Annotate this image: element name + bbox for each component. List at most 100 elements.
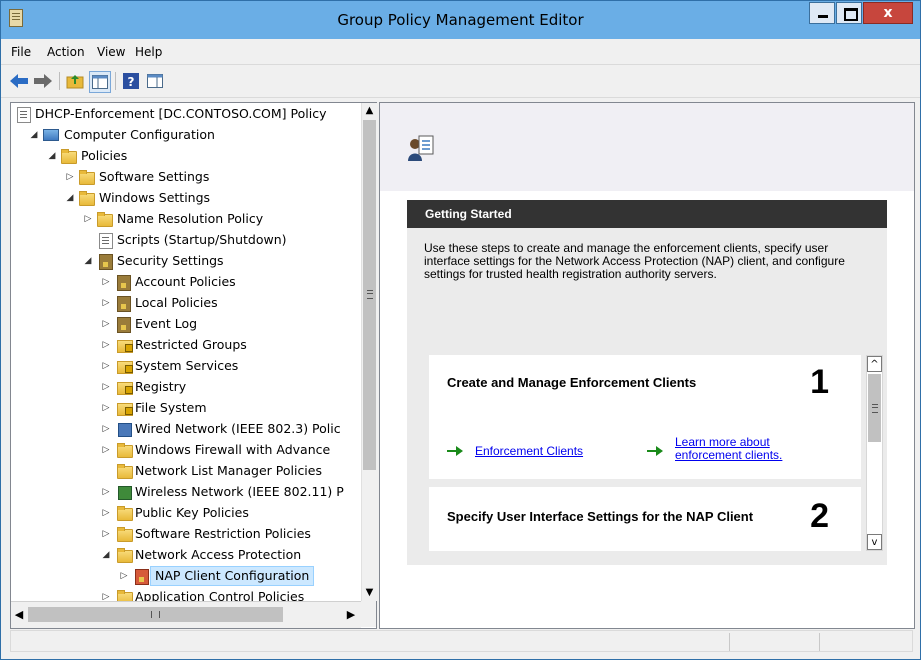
tree-node-label: Wireless Network (IEEE 802.11) P [135, 484, 344, 499]
tree-node-label: Local Policies [135, 295, 218, 310]
help-button[interactable]: ? [121, 71, 141, 91]
steps-vertical-scrollbar[interactable]: ^ v [866, 355, 883, 551]
tree-horizontal-scrollbar[interactable]: ◀ ▶ [11, 601, 361, 628]
up-folder-icon [66, 75, 84, 89]
secured-folder-icon [117, 382, 133, 395]
folder-icon [97, 212, 113, 227]
expand-icon[interactable]: ▷ [101, 356, 111, 376]
tree-node-label: Scripts (Startup/Shutdown) [117, 232, 287, 247]
action-pane-icon [147, 74, 163, 88]
collapse-icon[interactable]: ◢ [101, 545, 111, 565]
tree-node-label: Registry [135, 379, 187, 394]
expand-icon[interactable]: ▷ [101, 440, 111, 460]
secured-folder-icon [117, 403, 133, 416]
policy-settings-icon [117, 296, 131, 312]
getting-started-description: Use these steps to create and manage the… [424, 241, 845, 281]
status-bar [10, 630, 913, 652]
close-button[interactable]: x [863, 2, 913, 24]
policy-settings-icon [117, 275, 131, 291]
menu-view[interactable]: View [97, 45, 125, 59]
collapse-icon[interactable]: ◢ [47, 146, 57, 166]
script-icon [99, 233, 113, 249]
step-number: 2 [810, 497, 829, 535]
computer-icon [43, 129, 59, 141]
green-arrow-icon [447, 446, 463, 456]
forward-arrow-icon [34, 74, 52, 88]
tree-node-label: Software Settings [99, 169, 210, 184]
tree-node-label: NAP Client Configuration [150, 566, 315, 586]
scroll-up-icon[interactable]: ▲ [362, 103, 377, 119]
back-button[interactable] [9, 71, 29, 91]
menu-file[interactable]: File [11, 45, 31, 59]
back-arrow-icon [10, 74, 28, 88]
expand-icon[interactable]: ▷ [83, 209, 93, 229]
svg-text:?: ? [128, 75, 135, 89]
tree-node-label: Software Restriction Policies [135, 526, 311, 541]
expand-icon[interactable]: ▷ [101, 587, 111, 601]
tree-node-label: Windows Firewall with Advance [135, 442, 331, 457]
scroll-up-icon[interactable]: ^ [867, 356, 882, 372]
tree-node-label: DHCP-Enforcement [DC.CONTOSO.COM] Policy [35, 106, 327, 121]
expand-icon[interactable]: ▷ [101, 503, 111, 523]
expand-icon[interactable]: ▷ [119, 566, 129, 586]
app-window: Group Policy Management Editor x File Ac… [0, 0, 921, 660]
enforcement-clients-link[interactable]: Enforcement Clients [475, 445, 583, 458]
scroll-right-icon[interactable]: ▶ [343, 607, 359, 623]
tree-node-label: Name Resolution Policy [117, 211, 264, 226]
menu-action[interactable]: Action [47, 45, 85, 59]
show-hide-tree-button[interactable] [89, 71, 111, 93]
policy-icon [17, 107, 31, 123]
expand-icon[interactable]: ▷ [101, 524, 111, 544]
step-number: 1 [810, 363, 829, 401]
expand-icon[interactable]: ▷ [101, 314, 111, 334]
collapse-icon[interactable]: ◢ [83, 251, 93, 271]
tree-node-label: Security Settings [117, 253, 224, 268]
close-icon: x [883, 5, 893, 21]
expand-icon[interactable]: ▷ [101, 272, 111, 292]
step-divider [429, 479, 861, 487]
event-log-icon [117, 317, 131, 333]
tree-node-label: Restricted Groups [135, 337, 247, 352]
scroll-thumb[interactable] [363, 120, 376, 470]
collapse-icon[interactable]: ◢ [29, 125, 39, 145]
title-bar[interactable]: Group Policy Management Editor x [1, 1, 920, 39]
expand-icon[interactable]: ▷ [101, 377, 111, 397]
toolbar-separator [115, 72, 116, 90]
toolbar-separator [59, 72, 60, 90]
getting-started-title: Getting Started [407, 200, 887, 228]
menu-bar: File Action View Help [1, 40, 920, 64]
action-pane-button[interactable] [145, 71, 165, 91]
expand-icon[interactable]: ▷ [101, 398, 111, 418]
menu-help[interactable]: Help [135, 45, 162, 59]
scroll-left-icon[interactable]: ◀ [11, 607, 27, 623]
tree-node-label: Event Log [135, 316, 198, 331]
maximize-button[interactable] [836, 2, 862, 24]
expand-icon[interactable]: ▷ [101, 482, 111, 502]
learn-more-link[interactable]: Learn more about enforcement clients. [675, 436, 805, 462]
expand-icon[interactable]: ▷ [65, 167, 75, 187]
expand-icon[interactable]: ▷ [101, 335, 111, 355]
scroll-corner [361, 601, 376, 627]
nap-client-icon [408, 135, 434, 161]
getting-started-panel: Getting Started Use these steps to creat… [407, 200, 887, 565]
forward-button[interactable] [33, 71, 53, 91]
scroll-thumb[interactable] [28, 607, 283, 622]
tree-vertical-scrollbar[interactable]: ▲ ▼ [361, 103, 377, 601]
collapse-icon[interactable]: ◢ [65, 188, 75, 208]
folder-icon [79, 170, 95, 185]
scroll-down-icon[interactable]: v [867, 534, 882, 550]
minimize-button[interactable] [809, 2, 835, 24]
scroll-thumb[interactable] [868, 374, 881, 442]
folder-icon [117, 506, 133, 521]
grip-icon [151, 611, 160, 618]
tree-node-label: File System [135, 400, 207, 415]
status-cell [729, 633, 820, 651]
expand-icon[interactable]: ▷ [101, 293, 111, 313]
details-header [380, 103, 914, 191]
expand-icon[interactable]: ▷ [101, 419, 111, 439]
scroll-down-icon[interactable]: ▼ [362, 585, 377, 601]
up-level-button[interactable] [65, 71, 85, 91]
maximize-icon [844, 8, 858, 21]
window-title: Group Policy Management Editor [337, 11, 584, 29]
secured-folder-icon [117, 340, 133, 353]
